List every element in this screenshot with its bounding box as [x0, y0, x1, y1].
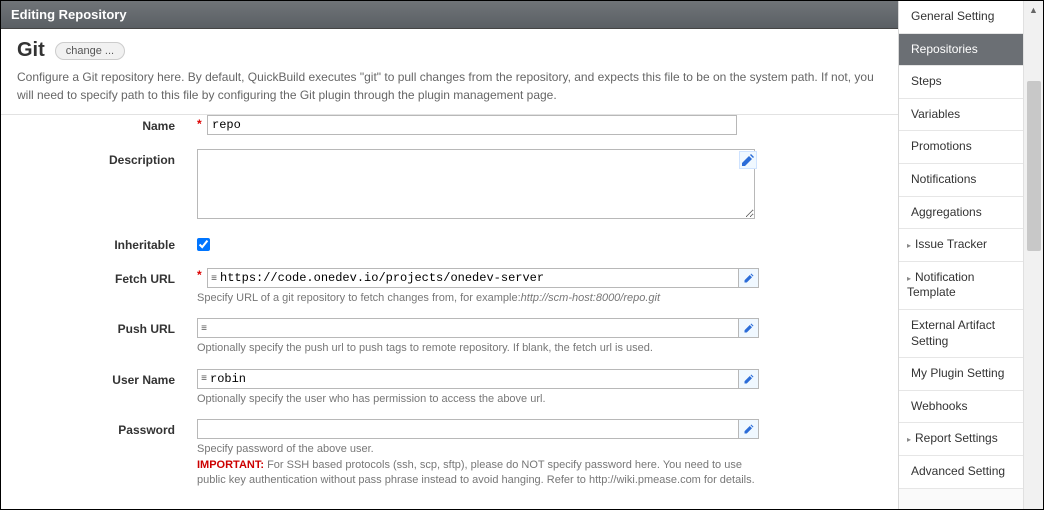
- password-label: Password: [1, 419, 189, 441]
- edit-icon[interactable]: [739, 268, 759, 288]
- edit-icon[interactable]: [739, 419, 759, 439]
- form-area: Name * Description: [1, 115, 898, 509]
- inheritable-label: Inheritable: [1, 234, 189, 256]
- scrollbar[interactable]: ▲: [1023, 1, 1043, 509]
- sidebar-item-repositories[interactable]: Repositories: [899, 34, 1023, 67]
- menu-icon: ≡: [208, 269, 220, 287]
- sidebar-item-report-settings[interactable]: Report Settings: [899, 423, 1023, 456]
- name-input[interactable]: [207, 115, 737, 135]
- fetch-url-label: Fetch URL: [1, 268, 189, 290]
- description-label: Description: [1, 149, 189, 171]
- sidebar-item-steps[interactable]: Steps: [899, 66, 1023, 99]
- sidebar-item-advanced[interactable]: Advanced Setting: [899, 456, 1023, 489]
- required-marker: *: [197, 117, 202, 131]
- username-help: Optionally specify the user who has perm…: [197, 392, 757, 407]
- username-input[interactable]: [210, 370, 738, 388]
- inheritable-checkbox[interactable]: [197, 238, 210, 251]
- password-help: Specify password of the above user. IMPO…: [197, 442, 757, 488]
- name-label: Name: [1, 115, 189, 137]
- config-description: Configure a Git repository here. By defa…: [1, 68, 898, 115]
- sidebar-item-ext-artifact[interactable]: External Artifact Setting: [899, 310, 1023, 358]
- required-marker: *: [197, 268, 202, 282]
- sidebar-item-variables[interactable]: Variables: [899, 99, 1023, 132]
- edit-icon[interactable]: [739, 151, 757, 169]
- sidebar-item-notifications[interactable]: Notifications: [899, 164, 1023, 197]
- edit-icon[interactable]: [739, 369, 759, 389]
- push-url-label: Push URL: [1, 318, 189, 340]
- username-label: User Name: [1, 369, 189, 391]
- push-url-help: Optionally specify the push url to push …: [197, 341, 757, 356]
- sidebar-item-general[interactable]: General Setting: [899, 1, 1023, 34]
- fetch-url-help: Specify URL of a git repository to fetch…: [197, 291, 757, 306]
- sidebar-item-webhooks[interactable]: Webhooks: [899, 391, 1023, 424]
- sidebar-item-my-plugin[interactable]: My Plugin Setting: [899, 358, 1023, 391]
- menu-icon: ≡: [198, 319, 210, 337]
- change-button[interactable]: change ...: [55, 42, 125, 60]
- panel-header: Editing Repository: [1, 1, 898, 29]
- sidebar-item-issue-tracker[interactable]: Issue Tracker: [899, 229, 1023, 262]
- sidebar-item-aggregations[interactable]: Aggregations: [899, 197, 1023, 230]
- password-input[interactable]: [197, 419, 739, 439]
- scrollbar-thumb[interactable]: [1027, 81, 1041, 251]
- menu-icon: ≡: [198, 370, 210, 388]
- edit-icon[interactable]: [739, 318, 759, 338]
- push-url-input[interactable]: [210, 319, 738, 337]
- description-textarea[interactable]: [197, 149, 755, 219]
- scroll-up-icon[interactable]: ▲: [1024, 1, 1043, 19]
- fetch-url-input[interactable]: [220, 269, 738, 287]
- repo-type-title: Git: [17, 39, 45, 62]
- sidebar: General SettingRepositoriesStepsVariable…: [898, 1, 1023, 509]
- sidebar-item-notif-template[interactable]: Notification Template: [899, 262, 1023, 310]
- sidebar-item-promotions[interactable]: Promotions: [899, 131, 1023, 164]
